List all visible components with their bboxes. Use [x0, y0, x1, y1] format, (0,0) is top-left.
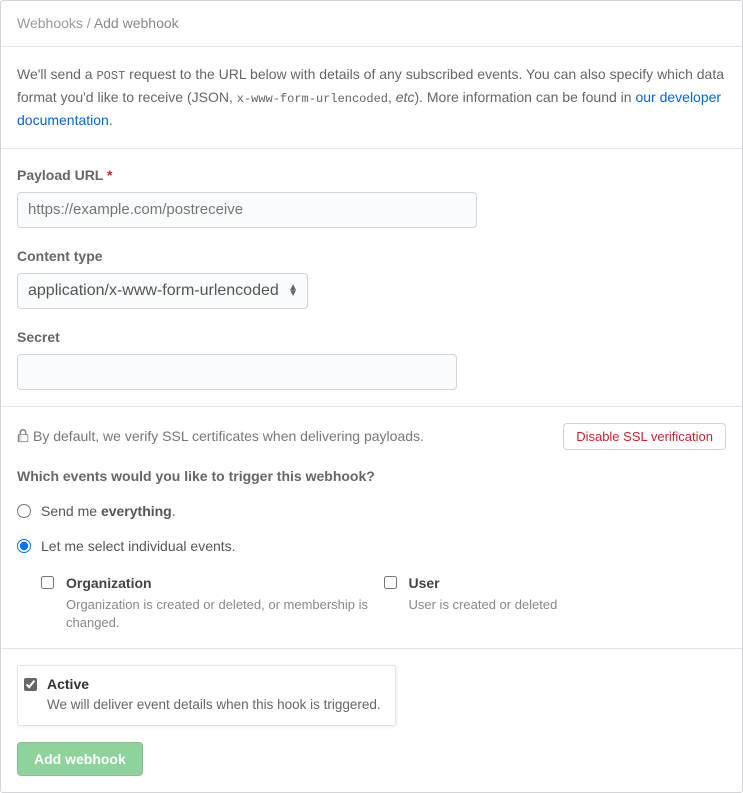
post-method: POST: [96, 69, 125, 83]
active-title: Active: [47, 674, 381, 695]
intro-section: We'll send a POST request to the URL bel…: [1, 47, 742, 148]
active-box: Active We will deliver event details whe…: [17, 665, 396, 726]
disable-ssl-button[interactable]: Disable SSL verification: [563, 423, 726, 450]
breadcrumb-separator: /: [87, 15, 91, 31]
event-organization-desc: Organization is created or deleted, or m…: [66, 596, 384, 632]
event-type-grid: Organization Organization is created or …: [41, 573, 726, 632]
payload-url-label: Payload URL *: [17, 165, 726, 186]
event-organization: Organization Organization is created or …: [41, 573, 384, 632]
ssl-description: By default, we verify SSL certificates w…: [33, 426, 424, 447]
content-type-field: Content type application/x-www-form-urle…: [17, 246, 726, 309]
submit-section: Add webhook: [1, 742, 742, 792]
radio-everything[interactable]: Send me everything.: [17, 501, 726, 522]
lock-icon: [17, 429, 29, 443]
radio-everything-input[interactable]: [17, 504, 31, 518]
active-section: Active We will deliver event details whe…: [1, 648, 742, 742]
event-organization-title: Organization: [66, 573, 384, 594]
events-title: Which events would you like to trigger t…: [17, 466, 726, 487]
secret-label: Secret: [17, 327, 726, 348]
payload-url-field: Payload URL *: [17, 165, 726, 228]
secret-input[interactable]: [17, 354, 457, 390]
intro-text: We'll send a POST request to the URL bel…: [17, 63, 726, 132]
event-user-title: User: [409, 573, 558, 594]
breadcrumb: Webhooks / Add webhook: [1, 1, 742, 47]
required-indicator: *: [107, 167, 112, 183]
ssl-section: By default, we verify SSL certificates w…: [1, 406, 742, 466]
active-checkbox[interactable]: [24, 678, 37, 691]
secret-field: Secret: [17, 327, 726, 390]
event-user: User User is created or deleted: [384, 573, 727, 632]
active-desc: We will deliver event details when this …: [47, 695, 381, 715]
breadcrumb-parent[interactable]: Webhooks: [17, 15, 83, 31]
content-type-select[interactable]: application/x-www-form-urlencoded: [17, 273, 308, 309]
radio-individual[interactable]: Let me select individual events.: [17, 536, 726, 557]
event-organization-checkbox[interactable]: [41, 576, 54, 589]
encoding-name: x-www-form-urlencoded: [237, 92, 388, 106]
content-type-label: Content type: [17, 246, 726, 267]
add-webhook-button[interactable]: Add webhook: [17, 742, 143, 776]
radio-individual-input[interactable]: [17, 539, 31, 553]
event-user-desc: User is created or deleted: [409, 596, 558, 614]
breadcrumb-current: Add webhook: [94, 15, 179, 31]
events-section: Which events would you like to trigger t…: [1, 466, 742, 648]
event-user-checkbox[interactable]: [384, 576, 397, 589]
payload-url-input[interactable]: [17, 192, 477, 228]
webhook-form-panel: Webhooks / Add webhook We'll send a POST…: [0, 0, 743, 793]
